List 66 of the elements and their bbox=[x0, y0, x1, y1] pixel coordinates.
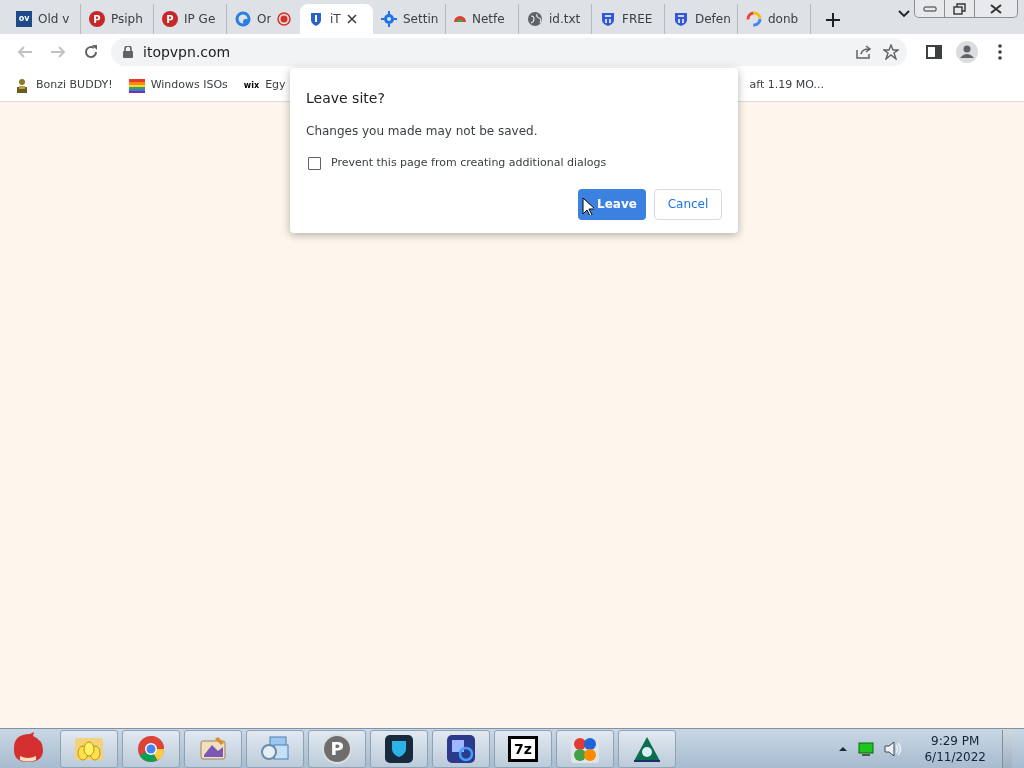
profile-icon[interactable] bbox=[955, 41, 978, 63]
psiphon-icon: P bbox=[162, 11, 178, 27]
close-icon[interactable] bbox=[989, 3, 1003, 14]
photo-viewer-icon bbox=[260, 734, 290, 763]
browser-tab[interactable]: Or bbox=[227, 4, 300, 34]
taskbar-button[interactable] bbox=[370, 729, 428, 768]
photo-restore-icon bbox=[446, 733, 476, 764]
checkbox[interactable] bbox=[308, 156, 321, 170]
star-icon[interactable] bbox=[883, 44, 899, 60]
taskbar-button[interactable]: P bbox=[308, 729, 366, 768]
shield-icon bbox=[308, 11, 324, 27]
restore-icon[interactable] bbox=[952, 2, 967, 15]
share-icon[interactable] bbox=[855, 44, 873, 60]
browser-tab[interactable]: donb bbox=[738, 4, 811, 34]
chevron-down-icon[interactable] bbox=[897, 9, 911, 19]
taskbar-button[interactable] bbox=[618, 729, 676, 768]
swirl-icon bbox=[235, 11, 251, 27]
speaker-icon[interactable] bbox=[884, 741, 903, 757]
clock-time: 9:29 PM bbox=[931, 733, 980, 749]
psiphon-icon: P bbox=[322, 733, 352, 764]
side-panel-icon[interactable] bbox=[925, 44, 942, 60]
minimize-icon[interactable] bbox=[922, 4, 937, 13]
paint-icon bbox=[198, 734, 228, 763]
url-text: itopvpn.com bbox=[143, 42, 232, 62]
browser-tab[interactable]: Defen bbox=[665, 4, 738, 34]
dialog-title: Leave site? bbox=[306, 89, 385, 108]
shield-app-icon bbox=[384, 733, 414, 764]
taskbar-button[interactable]: 7z bbox=[494, 729, 552, 768]
taskbar-button[interactable] bbox=[432, 729, 490, 768]
browser-tab[interactable]: Settin bbox=[373, 4, 446, 34]
lock-icon bbox=[123, 46, 133, 58]
psiphon-icon: P bbox=[89, 11, 105, 27]
bookmark[interactable]: Windows ISOs bbox=[128, 77, 236, 94]
shield-icon bbox=[600, 11, 616, 27]
browser-tab[interactable]: Netfe bbox=[446, 4, 519, 34]
chrome-icon bbox=[137, 734, 165, 763]
dialog-message: Changes you made may not be saved. bbox=[306, 123, 538, 140]
clock-date: 6/11/2022 bbox=[924, 749, 986, 765]
globe-icon bbox=[527, 11, 543, 27]
browser-tab[interactable]: ov Old v bbox=[8, 4, 81, 34]
wix-icon: wix bbox=[243, 79, 260, 92]
checkbox-label[interactable]: Prevent this page from creating additional dialogs bbox=[331, 155, 607, 172]
network-icon[interactable] bbox=[858, 742, 875, 756]
bookmark[interactable]: wix Egy bbox=[243, 77, 294, 94]
close-icon[interactable] bbox=[346, 14, 357, 24]
bookmark[interactable]: aft 1.19 MO... bbox=[749, 77, 833, 94]
leave-button[interactable]: Leave bbox=[578, 188, 646, 220]
shield-icon bbox=[673, 11, 689, 27]
bookmark[interactable]: Bonzi BUDDY! bbox=[14, 77, 121, 94]
show-hidden-icon[interactable] bbox=[838, 746, 849, 752]
browser-tab[interactable]: FREE bbox=[592, 4, 665, 34]
zip-icon: 7z bbox=[508, 735, 538, 762]
browser-tab[interactable]: id.txt bbox=[519, 4, 592, 34]
browser-tab[interactable]: P Psiph bbox=[81, 4, 154, 34]
arc-icon bbox=[454, 16, 466, 22]
browser-tab[interactable]: iT bbox=[300, 4, 373, 34]
cancel-button[interactable]: Cancel bbox=[654, 188, 722, 220]
browser-tab[interactable]: P IP Ge bbox=[154, 4, 227, 34]
figure-icon bbox=[14, 77, 30, 94]
address-bar[interactable]: itopvpn.com bbox=[111, 38, 907, 66]
ov-icon: ov bbox=[16, 11, 32, 27]
mouse-cursor-icon bbox=[582, 197, 594, 215]
menu-icon[interactable] bbox=[997, 44, 1002, 60]
new-tab-icon[interactable] bbox=[825, 12, 841, 28]
reload-icon[interactable] bbox=[82, 44, 99, 60]
rainbow-flag-icon bbox=[128, 77, 145, 94]
